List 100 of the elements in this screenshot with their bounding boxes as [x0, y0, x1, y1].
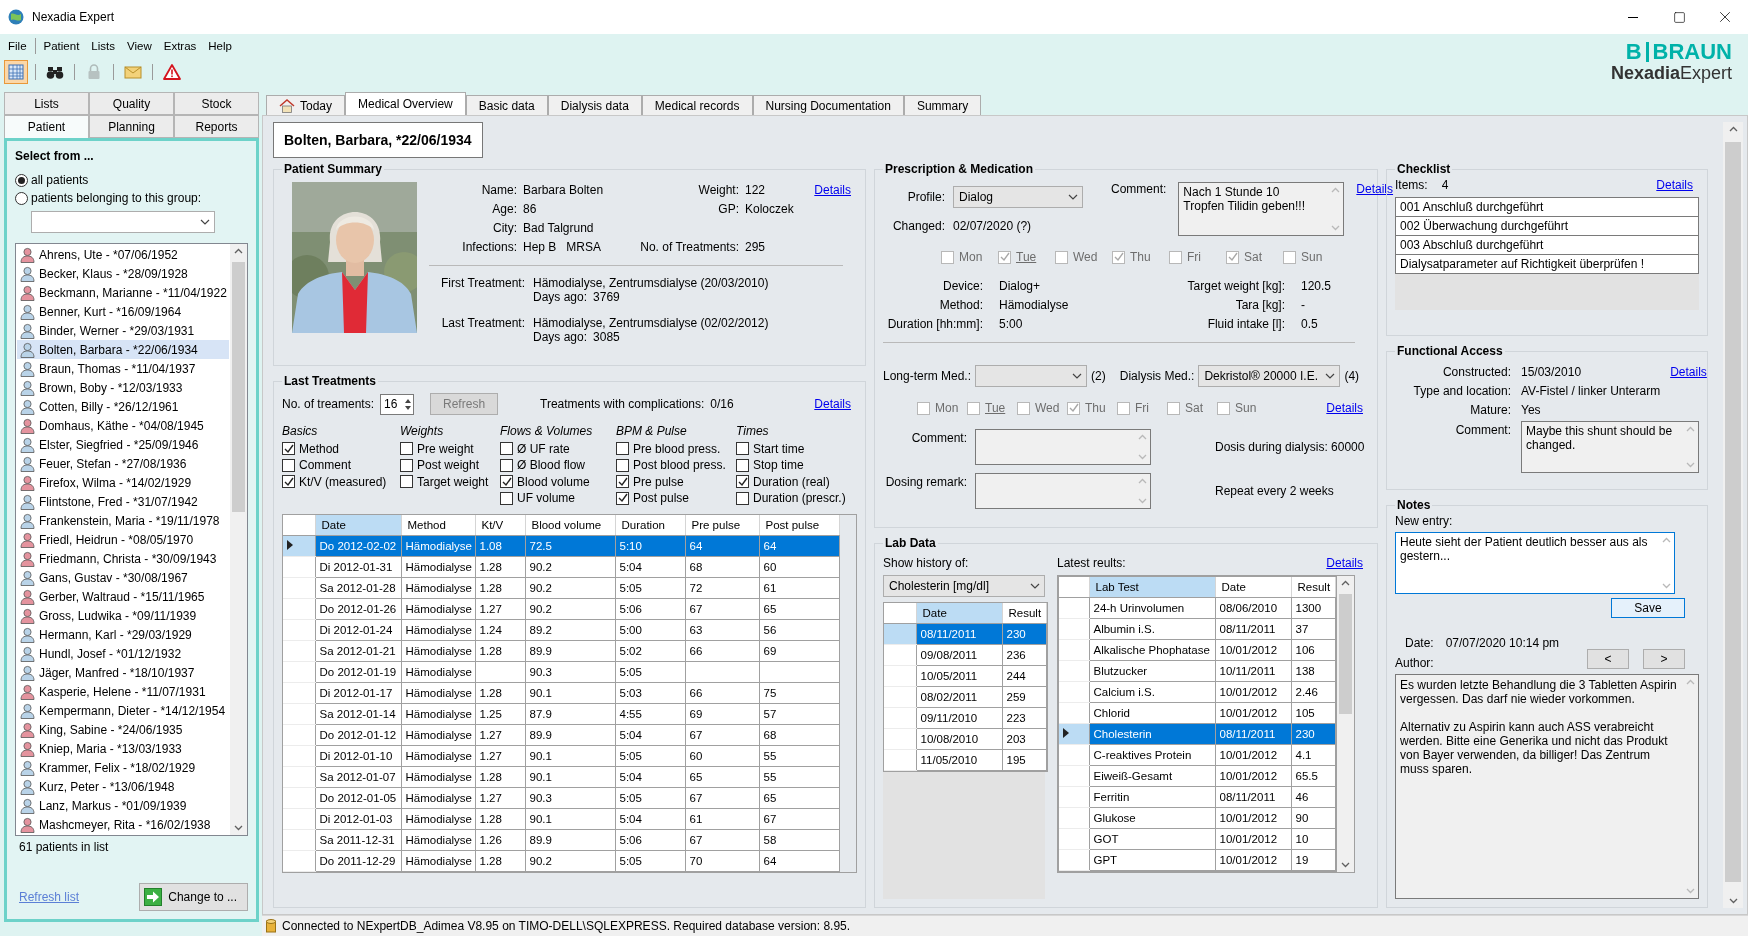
table-row[interactable]: Sa 2011-12-31 Hämodialyse 1.26 89.9 5:06 67 58	[283, 829, 839, 850]
table-row[interactable]: Di 2012-01-10 Hämodialyse 1.27 90.1 5:05 60 55	[283, 745, 839, 766]
list-item[interactable]: Elster, Siegfried - *25/09/1946	[17, 435, 229, 454]
menu-item[interactable]: Lists	[85, 38, 121, 54]
checklist-item[interactable]: Dialysatparameter auf Richtigkeit überprüfen !	[1395, 254, 1699, 274]
new-entry-field[interactable]: Heute sieht der Patient deutlich besser aus als gestern...	[1395, 532, 1675, 594]
list-item[interactable]: Binder, Werner - *29/03/1931	[17, 321, 229, 340]
table-row[interactable]: Di 2012-01-17 Hämodialyse 1.28 90.1 5:03 66 75	[283, 682, 839, 703]
column-header[interactable]: Date	[916, 603, 1002, 623]
menu-item[interactable]: Extras	[157, 38, 203, 54]
table-row[interactable]: Do 2012-01-19 Hämodialyse 90.3 5:05	[283, 661, 839, 682]
details-link[interactable]: Details	[814, 397, 851, 411]
list-item[interactable]: Kempermann, Dieter - *14/12/1954	[17, 701, 229, 720]
column-header[interactable]: Kt/V	[475, 515, 525, 535]
chevron-up-icon[interactable]	[1728, 126, 1738, 132]
list-item[interactable]: Brown, Boby - *12/03/1933	[17, 378, 229, 397]
next-button[interactable]: >	[1643, 649, 1685, 669]
scrollbar[interactable]	[1723, 122, 1743, 908]
side-tab[interactable]: Patient	[4, 115, 89, 138]
checkbox[interactable]	[1169, 250, 1182, 264]
list-item[interactable]: Gross, Ludwika - *09/11/1939	[17, 606, 229, 625]
list-item[interactable]: Flintstone, Fred - *31/07/1942	[17, 492, 229, 511]
table-row[interactable]: 11/05/2010 195	[884, 749, 1046, 770]
list-item[interactable]: King, Sabine - *24/06/1935	[17, 720, 229, 739]
tab[interactable]: Basic data	[465, 95, 548, 115]
list-item[interactable]: Benner, Kurt - *16/09/1964	[17, 302, 229, 321]
access-comment-field[interactable]: Maybe this shunt should be changed.	[1521, 421, 1699, 473]
column-header[interactable]: Date	[315, 515, 401, 535]
checklist-item[interactable]: 003 Abschluß durchgeführt	[1395, 235, 1699, 255]
profile-dropdown[interactable]: Dialog	[953, 185, 1083, 208]
checkbox[interactable]	[736, 475, 749, 489]
table-row[interactable]: Alkalische Phophatase 10/01/2012 106	[1059, 639, 1335, 660]
med-comment-field[interactable]	[975, 429, 1151, 465]
table-row[interactable]: Do 2012-01-05 Hämodialyse 1.27 90.3 5:05 67 65	[283, 787, 839, 808]
checkbox[interactable]	[500, 475, 513, 489]
menu-item[interactable]: View	[121, 38, 158, 54]
radio-button[interactable]	[15, 191, 28, 205]
checkbox[interactable]	[500, 442, 513, 456]
checkbox[interactable]	[998, 250, 1011, 264]
checkbox[interactable]	[967, 401, 980, 415]
count-spinner[interactable]: 16	[380, 393, 415, 415]
table-row[interactable]: 10/05/2011 244	[884, 665, 1046, 686]
list-item[interactable]: Beckmann, Marianne - *11/04/1922	[17, 283, 229, 302]
checklist-item[interactable]: 002 Überwachung durchgeführt	[1395, 216, 1699, 236]
table-row[interactable]: Sa 2012-01-21 Hämodialyse 1.28 89.9 5:02 66 69	[283, 640, 839, 661]
radio-button[interactable]	[15, 173, 28, 187]
checkbox[interactable]	[1217, 401, 1230, 415]
table-row[interactable]: C-reaktives Protein 10/01/2012 4.1	[1059, 744, 1335, 765]
table-row[interactable]: 24-h Urinvolumen 08/06/2010 1300	[1059, 597, 1335, 618]
list-item[interactable]: Gans, Gustav - *30/08/1967	[17, 568, 229, 587]
checkbox[interactable]	[1112, 250, 1125, 264]
checkbox[interactable]	[1067, 401, 1080, 415]
checklist-item[interactable]: 001 Anschluß durchgeführt	[1395, 197, 1699, 217]
table-row[interactable]: Do 2012-01-26 Hämodialyse 1.27 90.2 5:06 67 65	[283, 598, 839, 619]
note-field[interactable]	[1395, 674, 1699, 899]
list-item[interactable]: Bolten, Barbara - *22/06/1934	[17, 340, 229, 359]
list-item[interactable]: Firefox, Wilma - *14/02/1929	[17, 473, 229, 492]
table-row[interactable]: Eiweiß-Gesamt 10/01/2012 65.5	[1059, 765, 1335, 786]
table-row[interactable]: Di 2012-01-03 Hämodialyse 1.28 90.1 5:04 61 67	[283, 808, 839, 829]
checkbox[interactable]	[282, 442, 295, 456]
table-row[interactable]: 10/08/2010 203	[884, 728, 1046, 749]
checkbox[interactable]	[941, 250, 954, 264]
column-header[interactable]: Result	[1002, 603, 1046, 623]
checkbox[interactable]	[400, 442, 413, 456]
side-tab[interactable]: Planning	[89, 115, 174, 138]
details-link[interactable]: Details	[1356, 182, 1394, 236]
list-item[interactable]: Kurz, Peter - *13/06/1948	[17, 777, 229, 796]
table-row[interactable]: GPT 10/01/2012 19	[1059, 849, 1335, 870]
list-item[interactable]: Cotten, Billy - *26/12/1961	[17, 397, 229, 416]
tab[interactable]: Nursing Documentation	[752, 95, 904, 115]
table-row[interactable]: Sa 2012-01-07 Hämodialyse 1.28 90.1 5:04 65 55	[283, 766, 839, 787]
side-tab[interactable]: Stock	[174, 92, 259, 115]
table-row[interactable]: 08/11/2011 230	[884, 623, 1046, 644]
column-header[interactable]: Method	[401, 515, 475, 535]
dialysis-med-dropdown[interactable]: Dekristol® 20000 I.E.	[1198, 365, 1341, 387]
table-row[interactable]: Di 2012-01-31 Hämodialyse 1.28 90.2 5:04 68 60	[283, 556, 839, 577]
chevron-down-icon[interactable]	[1728, 898, 1738, 904]
table-row[interactable]: GOT 10/01/2012 10	[1059, 828, 1335, 849]
checkbox[interactable]	[282, 458, 295, 472]
checkbox[interactable]	[500, 458, 513, 472]
chevron-down-icon[interactable]	[234, 825, 243, 831]
column-header[interactable]: Result	[1291, 577, 1335, 597]
table-row[interactable]: 09/08/2011 236	[884, 644, 1046, 665]
column-header[interactable]: Duration	[615, 515, 685, 535]
checkbox[interactable]	[736, 491, 749, 505]
table-row[interactable]: Cholesterin 08/11/2011 230	[1059, 723, 1335, 744]
long-term-med-dropdown[interactable]	[975, 365, 1088, 387]
checkbox[interactable]	[282, 475, 295, 489]
checkbox[interactable]	[1167, 401, 1180, 415]
checkbox[interactable]	[616, 458, 629, 472]
table-row[interactable]: Chlorid 10/01/2012 105	[1059, 702, 1335, 723]
tab[interactable]: Dialysis data	[547, 95, 642, 115]
group-dropdown[interactable]	[31, 211, 215, 233]
chevron-up-icon[interactable]	[234, 248, 243, 254]
list-item[interactable]: Gerber, Waltraud - *15/11/1965	[17, 587, 229, 606]
checkbox[interactable]	[616, 491, 629, 505]
list-item[interactable]: Domhaus, Käthe - *04/08/1945	[17, 416, 229, 435]
menu-item[interactable]: File	[2, 38, 33, 54]
checkbox[interactable]	[616, 442, 629, 456]
change-button[interactable]: Change to ...	[139, 883, 248, 911]
